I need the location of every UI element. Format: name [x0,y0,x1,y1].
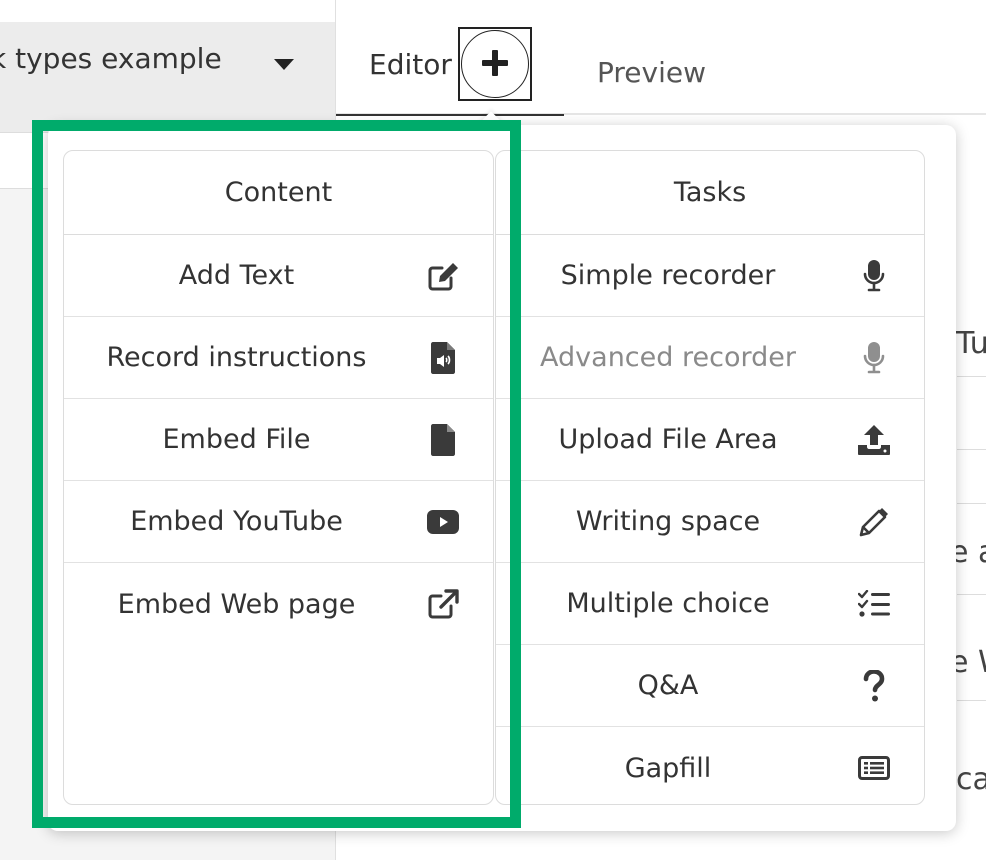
item-label: Writing space [575,506,761,537]
microphone-icon [858,341,890,374]
item-label: Add Text [178,260,295,291]
file-icon [427,423,459,456]
caret-down-icon[interactable] [274,59,294,70]
item-label: Simple recorder [560,260,776,291]
gapfill-item[interactable]: Gapfill [496,727,924,804]
microphone-icon [858,259,890,292]
embed-web-page-item[interactable]: Embed Web page [64,563,493,645]
background-divider [957,700,986,701]
item-label: Q&A [637,670,699,701]
youtube-icon [427,506,459,538]
simple-recorder-item[interactable]: Simple recorder [496,235,924,317]
item-label: Embed Web page [117,588,356,620]
audio-file-icon [427,341,459,374]
item-label: Embed File [162,424,311,455]
background-divider [957,376,986,377]
record-instructions-item[interactable]: Record instructions [64,317,493,399]
exercise-type-dropdown[interactable] [0,22,335,133]
checklist-icon [858,588,890,620]
background-text-fragment: ca [956,762,986,797]
tab-editor-label: Editor [369,48,452,81]
question-icon [858,669,890,702]
embed-youtube-item[interactable]: Embed YouTube [64,481,493,563]
item-label: Advanced recorder [540,342,796,373]
gapfill-icon [858,752,890,784]
item-label: Record instructions [106,342,367,373]
content-panel: Content Add Text Record instructions Emb… [63,150,494,805]
edit-icon [427,260,459,292]
left-topbar [0,0,335,23]
upload-icon [858,424,890,456]
tab-preview[interactable]: Preview [597,56,706,89]
pencil-icon [858,506,890,538]
qa-item[interactable]: Q&A [496,645,924,727]
upload-file-area-item[interactable]: Upload File Area [496,399,924,481]
embed-file-item[interactable]: Embed File [64,399,493,481]
multiple-choice-item[interactable]: Multiple choice [496,563,924,645]
background-divider [957,449,986,450]
background-divider [957,594,986,595]
advanced-recorder-item[interactable]: Advanced recorder [496,317,924,399]
background-text-fragment: Tul [956,326,986,361]
tasks-panel: Tasks Simple recorder Advanced recorder … [495,150,925,805]
writing-space-item[interactable]: Writing space [496,481,924,563]
content-panel-title: Content [64,151,493,235]
item-label: Embed YouTube [130,506,343,537]
item-label: Upload File Area [558,424,778,455]
add-text-item[interactable]: Add Text [64,235,493,317]
item-label: Gapfill [624,752,712,784]
item-label: Multiple choice [566,588,770,619]
dropdown-selected-value: k types example [0,42,222,75]
tasks-panel-title: Tasks [496,151,924,235]
external-link-icon [427,588,459,620]
background-divider [957,503,986,504]
plus-icon [482,50,508,76]
